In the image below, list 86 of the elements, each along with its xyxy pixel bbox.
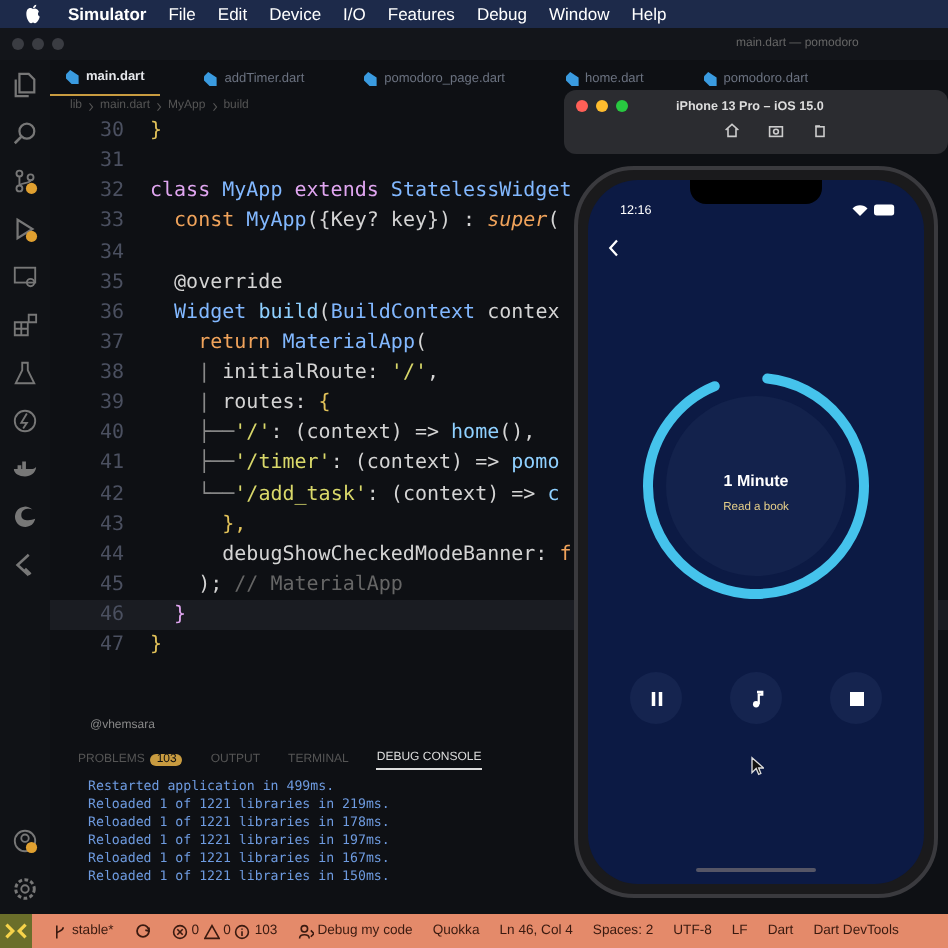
code-line: ├──'/': (context) => home(), [196, 422, 536, 445]
code-line: ); // MaterialApp [196, 573, 403, 596]
menu-item[interactable]: Help [631, 4, 667, 24]
line-number: 35 [97, 271, 126, 294]
sync-icon[interactable] [133, 922, 152, 940]
code-line: Widget build(BuildContext contex [172, 301, 560, 324]
dart-file-icon [364, 71, 379, 85]
chevron-icon [156, 101, 163, 111]
code-line: class MyApp extends StatelessWidget [150, 180, 572, 203]
line-number: 41 [97, 452, 126, 475]
code-line: } [150, 634, 163, 657]
line-number: 31 [97, 150, 126, 173]
dart-file-icon [66, 70, 80, 84]
line-number: 42 [97, 483, 126, 506]
music-button[interactable] [730, 672, 782, 724]
line-number: 43 [97, 513, 126, 536]
camera-icon[interactable] [768, 122, 784, 138]
search-icon[interactable] [12, 120, 38, 146]
apple-icon[interactable] [24, 4, 42, 24]
remote-icon[interactable] [0, 914, 32, 948]
monitor-icon[interactable] [12, 264, 38, 290]
files-icon[interactable] [12, 72, 38, 98]
code-line: ├──'/timer': (context) => pomo [196, 452, 560, 475]
line-number: 30 [97, 120, 126, 143]
code-line: | initialRoute: '/', [196, 362, 440, 385]
line-number: 33 [97, 210, 126, 233]
music-note-icon [749, 689, 763, 707]
line-number: 44 [97, 543, 126, 566]
stop-icon [849, 691, 863, 705]
line-number: 34 [97, 241, 126, 264]
code-line: debugShowCheckedModeBanner: f [220, 543, 572, 566]
pause-icon [649, 691, 663, 705]
dart-file-icon [703, 71, 718, 85]
line-number: 40 [97, 422, 126, 445]
code-line: }, [220, 513, 247, 536]
dart-file-icon [204, 71, 219, 85]
warning-icon [203, 923, 220, 939]
timer-title: 1 Minute [723, 472, 789, 490]
line-number: 39 [97, 392, 126, 415]
menu-item[interactable]: Features [387, 4, 455, 24]
branch-icon [52, 923, 68, 939]
home-icon[interactable] [724, 122, 740, 138]
dart-file-icon [565, 71, 579, 85]
code-line: } [150, 120, 163, 143]
line-number: 46 [97, 604, 126, 627]
menu-item[interactable]: Debug [476, 4, 527, 24]
menu-item[interactable]: Edit [217, 4, 248, 24]
error-icon [171, 923, 188, 939]
whale-icon[interactable] [12, 456, 38, 482]
chevron-icon [88, 101, 95, 111]
line-number: 45 [97, 573, 126, 596]
account-icon[interactable] [12, 828, 38, 854]
cursor-icon [749, 756, 763, 776]
line-number: 38 [97, 362, 126, 385]
person-icon [297, 923, 314, 939]
pause-button[interactable] [630, 672, 682, 724]
line-number: 37 [97, 331, 126, 354]
menu-item[interactable]: Window [549, 4, 610, 24]
code-line: const MyApp({Key? key}) : super( [172, 210, 560, 233]
phone-notch [690, 180, 822, 204]
line-number: 36 [97, 301, 126, 324]
line-number: 47 [97, 634, 126, 657]
code-line: @override [172, 271, 283, 294]
extensions-icon[interactable] [12, 312, 38, 338]
run-debug-icon[interactable] [12, 216, 38, 242]
line-number: 32 [97, 180, 126, 203]
back-icon[interactable] [608, 238, 620, 258]
wifi-icon [852, 204, 868, 216]
menu-item[interactable]: I/O [343, 4, 366, 24]
code-line: └──'/add_task': (context) => c [196, 483, 560, 506]
flask-icon[interactable] [12, 360, 38, 386]
menu-item[interactable]: File [168, 4, 196, 24]
rotate-icon[interactable] [812, 122, 828, 138]
lightning-icon[interactable] [12, 408, 38, 434]
swirl-icon[interactable] [12, 504, 38, 530]
menu-item[interactable]: Device [269, 4, 322, 24]
battery-icon [874, 204, 896, 216]
stop-button[interactable] [830, 672, 882, 724]
branch-icon[interactable] [12, 168, 38, 194]
info-icon [234, 923, 251, 939]
chevron-icon [211, 101, 218, 111]
menu-item[interactable]: Simulator [68, 4, 147, 24]
settings-icon[interactable] [12, 876, 38, 902]
code-line: } [172, 604, 187, 627]
code-line: | routes: { [196, 392, 331, 415]
code-line: return MaterialApp( [196, 331, 427, 354]
